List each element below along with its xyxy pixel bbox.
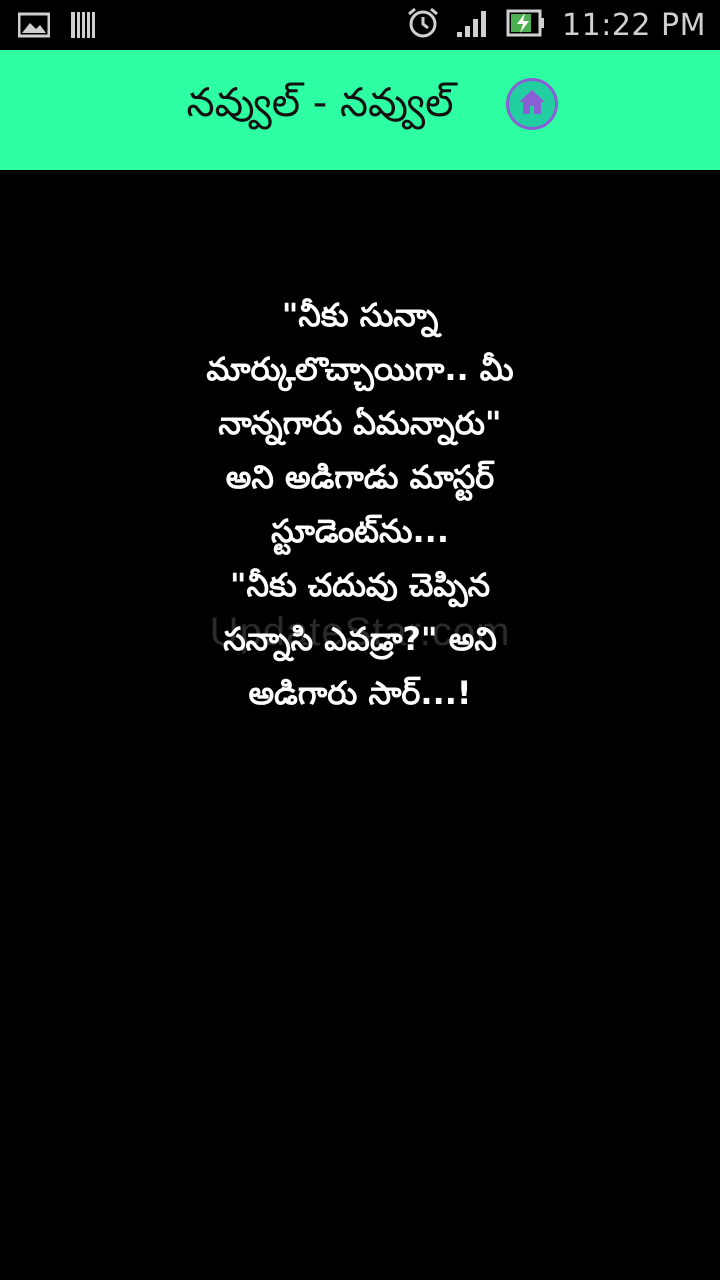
home-icon: [517, 88, 547, 120]
status-bar-left: [17, 10, 116, 44]
title-bar: నవ్వుల్ - నవ్వుల్: [0, 50, 720, 170]
status-bar-right: 11:22 PM: [390, 6, 706, 44]
usb-debug-icon: [70, 10, 96, 44]
signal-icon: [456, 8, 490, 42]
gallery-icon: [17, 11, 51, 43]
content-area: UpdateStar.com "నీకు సున్నా మార్కులొచ్చా…: [0, 170, 720, 1280]
battery-charging-icon: [506, 9, 546, 41]
joke-text: "నీకు సున్నా మార్కులొచ్చాయిగా.. మీ నాన్న…: [206, 296, 514, 712]
home-button[interactable]: [506, 78, 558, 130]
alarm-icon: [406, 6, 440, 44]
status-bar: 11:22 PM: [0, 0, 720, 50]
status-clock: 11:22 PM: [562, 7, 706, 43]
